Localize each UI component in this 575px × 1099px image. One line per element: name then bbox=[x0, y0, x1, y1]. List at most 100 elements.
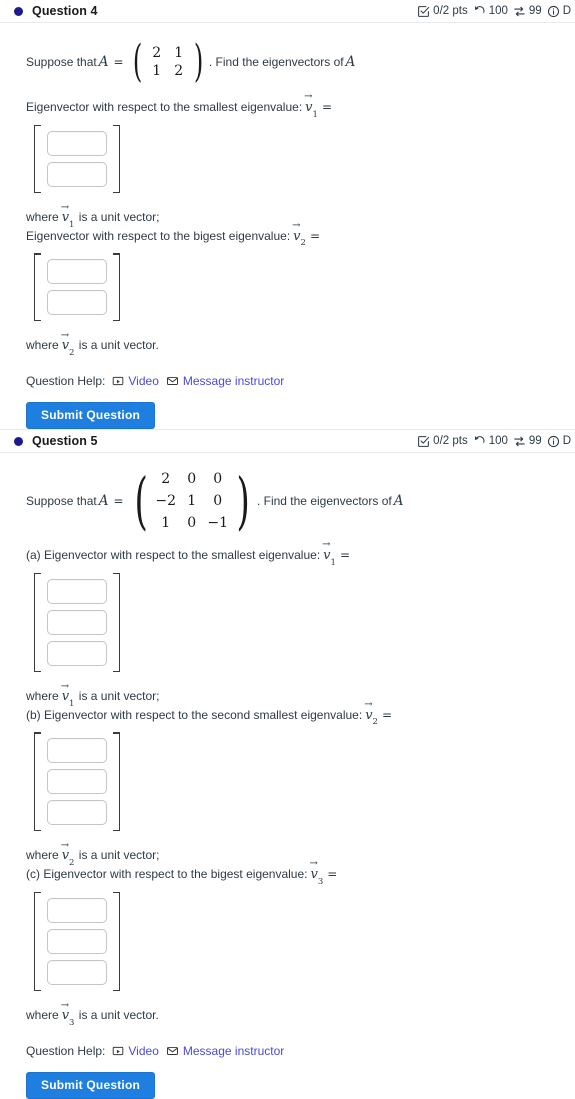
question-statement: Suppose that A =(2 1 1 2). Find the eigenvect… bbox=[26, 36, 561, 88]
versions-stat[interactable]: 99 bbox=[513, 5, 542, 18]
matrix-cell: 0 bbox=[187, 515, 197, 532]
prompt-vector-symbol: → v1 bbox=[304, 91, 318, 120]
message-instructor-link[interactable]: Message instructor bbox=[166, 1044, 284, 1058]
answer-input-q5-p0-r0[interactable] bbox=[47, 578, 107, 604]
left-bracket-icon bbox=[34, 732, 43, 832]
details-stat[interactable]: D bbox=[547, 435, 571, 448]
answer-input-q5-p2-r2[interactable] bbox=[47, 959, 107, 985]
prompt-text: (b) Eigenvector with respect to the seco… bbox=[26, 707, 363, 722]
matrix-cell: 0 bbox=[213, 471, 223, 487]
answer-input-q4-p1-r1[interactable] bbox=[47, 290, 107, 316]
answer-input-q5-p1-r2[interactable] bbox=[47, 800, 107, 826]
left-bracket-icon bbox=[34, 572, 43, 672]
vector-arrow-icon: → bbox=[309, 858, 317, 869]
question-help-label: Question Help: bbox=[26, 374, 106, 388]
answer-input-q4-p1-r0[interactable] bbox=[47, 259, 107, 285]
prompt-equals-sign: = bbox=[327, 867, 338, 881]
note-suffix: is a unit vector. bbox=[75, 338, 159, 353]
note-vector-symbol: → v1 bbox=[60, 680, 75, 709]
versions-stat[interactable]: 99 bbox=[513, 435, 542, 448]
answer-input-q5-p0-r2[interactable] bbox=[47, 640, 107, 666]
video-help-link[interactable]: Video bbox=[112, 374, 159, 388]
statement-suffix: . Find the eigenvectors of bbox=[256, 494, 392, 509]
question-stats: 0/2 pts 100 99 D bbox=[417, 5, 571, 18]
left-bracket-icon bbox=[34, 891, 43, 991]
note-prefix: where bbox=[26, 688, 59, 703]
matrix-cell: −1 bbox=[207, 515, 229, 532]
unit-vector-note-2: where → v2 is a unit vector. bbox=[26, 330, 561, 358]
answer-input-q4-p0-r1[interactable] bbox=[47, 161, 107, 187]
note-suffix: is a unit vector; bbox=[75, 848, 160, 863]
question-status-dot-icon bbox=[14, 6, 23, 16]
eigenvector-prompt-1: Eigenvector with respect to the smallest… bbox=[26, 91, 561, 120]
answer-input-q5-p2-r1[interactable] bbox=[47, 928, 107, 954]
matrix-cell: 0 bbox=[187, 471, 197, 487]
video-icon bbox=[112, 375, 124, 387]
vector-arrow-icon: → bbox=[60, 680, 69, 692]
matrix-symbol-2: A bbox=[345, 53, 356, 70]
info-icon bbox=[547, 435, 560, 448]
note-prefix: where bbox=[26, 848, 59, 863]
equals-sign: = bbox=[113, 494, 124, 509]
answer-input-q5-p2-r0[interactable] bbox=[47, 897, 107, 923]
note-vector-symbol: → v2 bbox=[60, 330, 75, 358]
answer-input-q4-p0-r0[interactable] bbox=[47, 130, 107, 156]
answer-input-q5-p1-r0[interactable] bbox=[47, 738, 107, 764]
question-body-q4: Suppose that A =(2 1 1 2). Find the eigenvect… bbox=[0, 36, 575, 429]
statement-prefix: Suppose that bbox=[26, 494, 97, 509]
note-prefix: where bbox=[26, 1007, 59, 1022]
checkbox-icon bbox=[417, 435, 430, 448]
prompt-text: (a) Eigenvector with respect to the smal… bbox=[26, 548, 321, 562]
note-vector-symbol: → v3 bbox=[60, 999, 75, 1028]
attempts-stat[interactable]: 100 bbox=[473, 5, 508, 18]
video-help-link[interactable]: Video bbox=[112, 1043, 159, 1058]
left-paren-icon: ( bbox=[132, 36, 142, 88]
unit-vector-note-3: where → v3 is a unit vector. bbox=[26, 999, 561, 1028]
note-vector-symbol: → v1 bbox=[60, 201, 75, 230]
matrix-cell: −2 bbox=[155, 493, 177, 510]
question-title: Question 5 bbox=[32, 434, 98, 448]
video-help-label: Video bbox=[128, 1043, 159, 1058]
details-stat[interactable]: D bbox=[547, 5, 571, 18]
prompt-equals-sign: = bbox=[309, 228, 321, 243]
versions-value: 99 bbox=[528, 5, 542, 17]
equals-sign: = bbox=[113, 54, 124, 69]
question-help-row: Question Help: Video Message instructor bbox=[26, 374, 561, 388]
eigenvector-prompt-2: Eigenvector with respect to the bigest e… bbox=[26, 220, 561, 248]
answer-vector-input-group bbox=[34, 572, 120, 672]
eigenvector-prompt-1: (a) Eigenvector with respect to the smal… bbox=[26, 540, 561, 568]
question-help-label: Question Help: bbox=[26, 1043, 106, 1058]
video-icon bbox=[112, 1045, 124, 1057]
submit-question-button[interactable]: Submit Question bbox=[26, 1071, 155, 1099]
attempts-stat[interactable]: 100 bbox=[473, 435, 508, 448]
message-instructor-link[interactable]: Message instructor bbox=[166, 374, 284, 388]
score-value: 0/2 pts bbox=[433, 5, 468, 17]
vector-arrow-icon: → bbox=[292, 219, 300, 231]
question-help-row: Question Help: Video Message instructor bbox=[26, 1044, 561, 1058]
answer-vector-input-group bbox=[34, 732, 120, 832]
note-vector-symbol: → v2 bbox=[60, 840, 75, 868]
submit-question-button[interactable]: Submit Question bbox=[26, 402, 155, 429]
vector-arrow-icon: → bbox=[60, 999, 69, 1011]
question-header-rule bbox=[0, 452, 575, 453]
answer-vector-input-group bbox=[34, 124, 120, 193]
eigenvector-prompt-2: (b) Eigenvector with respect to the seco… bbox=[26, 699, 561, 727]
answer-vector-input-group bbox=[34, 253, 120, 322]
video-help-label: Video bbox=[128, 374, 159, 388]
prompt-text: Eigenvector with respect to the smallest… bbox=[26, 100, 303, 114]
question-header-rule bbox=[0, 22, 575, 23]
coefficient-matrix: (2 1 1 2) bbox=[129, 36, 207, 88]
attempts-value: 100 bbox=[488, 5, 508, 17]
matrix-cell: 1 bbox=[152, 63, 162, 79]
vector-arrow-icon: → bbox=[364, 698, 372, 710]
left-paren-icon: ( bbox=[133, 464, 148, 538]
matrix-cell: 1 bbox=[161, 515, 171, 532]
right-bracket-icon bbox=[111, 124, 120, 193]
info-icon bbox=[547, 5, 560, 18]
question-stats: 0/2 pts 100 99 D bbox=[417, 435, 571, 448]
answer-input-q5-p1-r1[interactable] bbox=[47, 769, 107, 795]
note-suffix: is a unit vector. bbox=[75, 1007, 159, 1022]
answer-input-q5-p0-r1[interactable] bbox=[47, 609, 107, 635]
score-stat: 0/2 pts bbox=[417, 5, 468, 18]
shuffle-icon bbox=[513, 5, 526, 18]
